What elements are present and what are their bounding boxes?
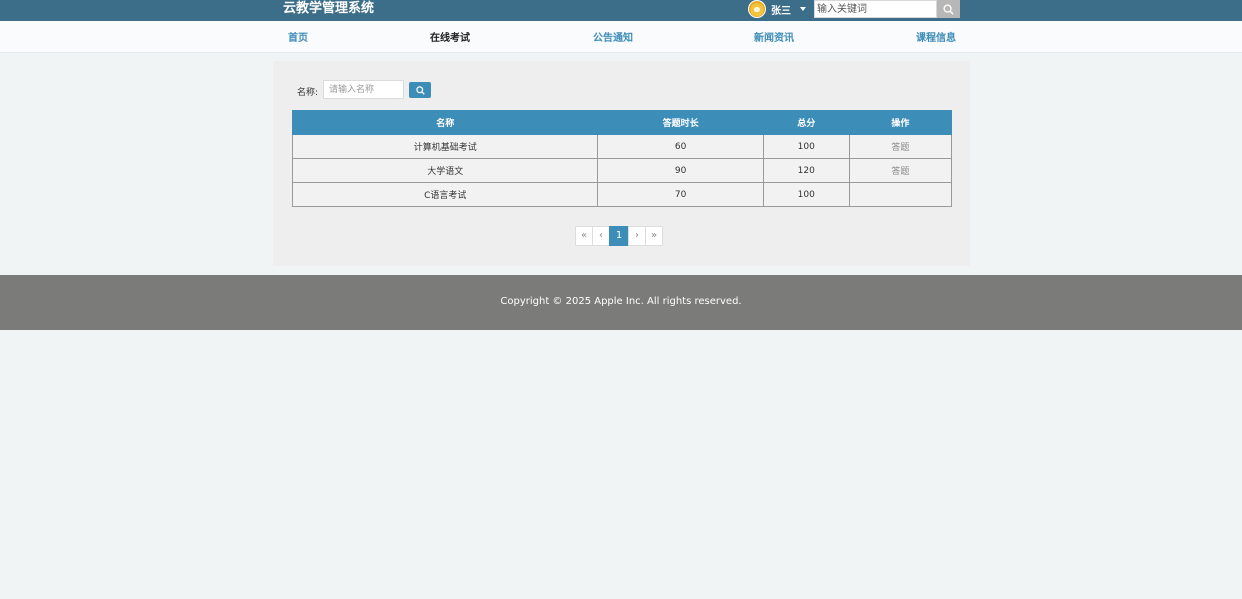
exam-duration-cell: 60	[597, 134, 764, 159]
table-header-row: 名称 答题时长 总分 操作	[291, 110, 953, 135]
answer-link[interactable]: 答题	[848, 158, 953, 183]
user-name[interactable]: 张三	[771, 2, 791, 17]
footer: Copyright © 2025 Apple Inc. All rights r…	[0, 275, 1242, 330]
exam-duration-cell: 90	[597, 158, 764, 183]
exam-score-cell: 120	[762, 158, 850, 183]
exam-name-cell: C语言考试	[291, 182, 599, 207]
last-page-button[interactable]: »	[645, 226, 663, 246]
avatar[interactable]	[748, 0, 766, 18]
table-row: C语言考试 70 100	[291, 182, 953, 207]
prev-page-button[interactable]: ‹	[592, 226, 610, 246]
search-icon	[943, 3, 954, 15]
nav-item-news[interactable]: 新闻资讯	[754, 21, 794, 53]
nav-item-announcements[interactable]: 公告通知	[593, 21, 633, 53]
search-button[interactable]	[937, 0, 960, 18]
action-cell	[848, 182, 953, 207]
table-row: 计算机基础考试 60 100 答题	[291, 134, 953, 159]
top-bar: 云教学管理系统 张三	[0, 0, 1242, 21]
pagination: « ‹ 1 › »	[575, 226, 663, 246]
column-header-name[interactable]: 名称	[291, 110, 599, 135]
filter-search-button[interactable]	[409, 82, 431, 98]
copyright-text: Copyright © 2025 Apple Inc. All rights r…	[500, 296, 742, 307]
first-page-button[interactable]: «	[575, 226, 593, 246]
exam-score-cell: 100	[762, 182, 850, 207]
exam-name-cell: 大学语文	[291, 158, 599, 183]
next-page-button[interactable]: ›	[628, 226, 646, 246]
answer-link[interactable]: 答题	[848, 134, 953, 159]
table-row: 大学语文 90 120 答题	[291, 158, 953, 183]
name-filter-label: 名称:	[297, 88, 319, 98]
main-nav: 首页 在线考试 公告通知 新闻资讯 课程信息	[0, 21, 1242, 53]
page-1-button[interactable]: 1	[609, 226, 629, 246]
exam-score-cell: 100	[762, 134, 850, 159]
exam-table: 名称 答题时长 总分 操作 计算机基础考试 60 100 答题 大学语文 90 …	[291, 110, 953, 207]
column-header-score[interactable]: 总分	[762, 110, 850, 135]
column-header-action: 操作	[848, 110, 953, 135]
search-icon	[415, 85, 425, 95]
column-header-duration[interactable]: 答题时长	[597, 110, 764, 135]
nav-item-courses[interactable]: 课程信息	[916, 21, 956, 53]
nav-item-online-exam[interactable]: 在线考试	[430, 21, 470, 53]
exam-duration-cell: 70	[597, 182, 764, 207]
name-filter-input[interactable]	[323, 80, 404, 99]
exam-name-cell: 计算机基础考试	[291, 134, 599, 159]
keyword-search-input[interactable]	[814, 0, 937, 18]
user-menu[interactable]: 张三	[748, 0, 806, 18]
brand-title: 云教学管理系统	[283, 1, 375, 16]
caret-down-icon[interactable]	[800, 7, 806, 11]
nav-item-home[interactable]: 首页	[288, 21, 308, 53]
